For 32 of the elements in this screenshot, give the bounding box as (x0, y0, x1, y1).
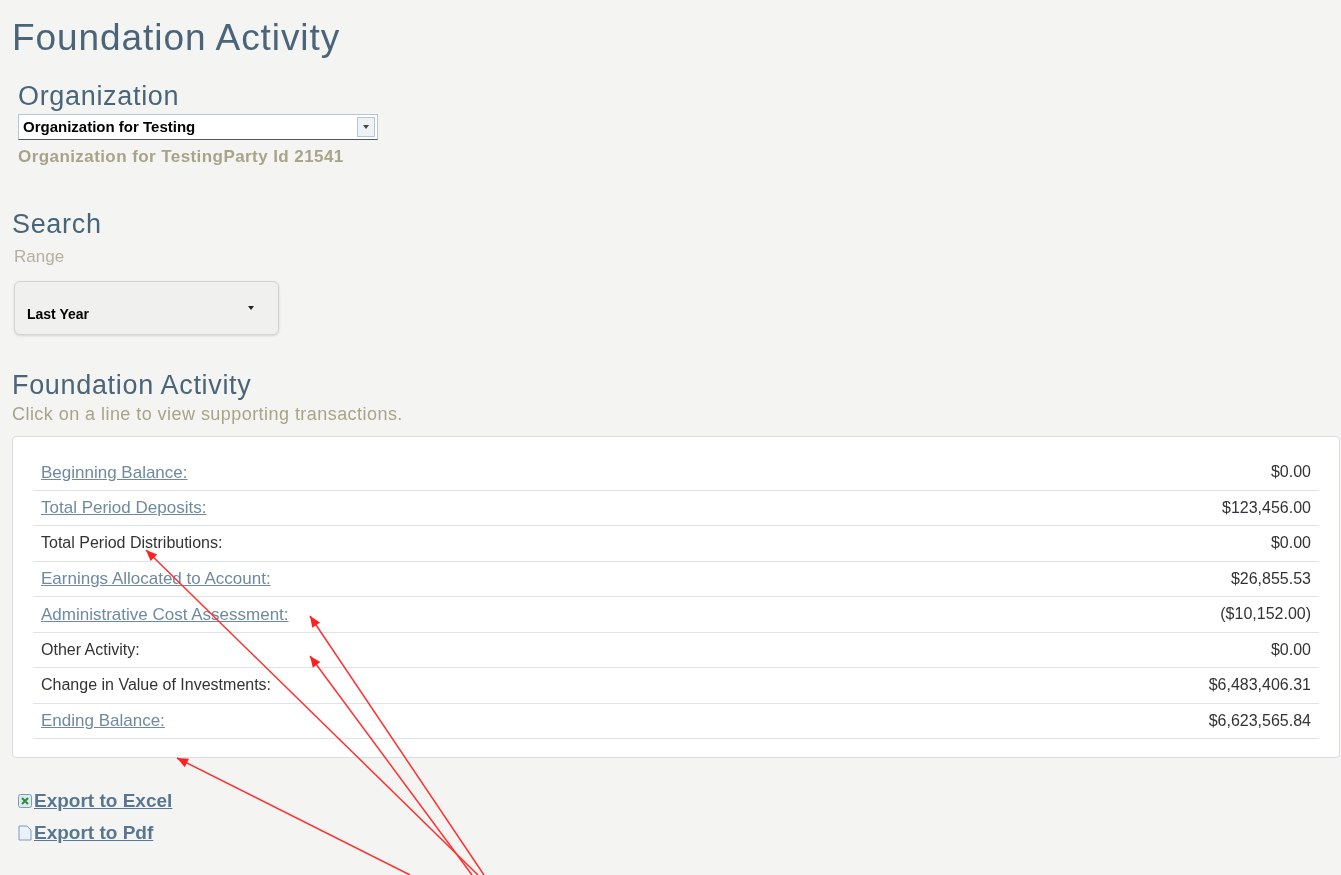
caret-icon (248, 306, 254, 310)
row-amount: $123,456.00 (1222, 497, 1311, 518)
section-heading: Search (12, 207, 103, 240)
page-title: Foundation Activity (12, 16, 342, 60)
row-label: Change in Value of Investments: (41, 675, 272, 696)
organization-select[interactable]: Organization for Testing (18, 114, 378, 140)
caret-icon (363, 125, 369, 129)
activity-row[interactable]: Beginning Balance: $0.00 (33, 455, 1319, 491)
range-label: Range (13, 245, 66, 268)
section-heading: Foundation Activity (12, 369, 253, 401)
row-amount: $0.00 (1270, 462, 1311, 483)
row-label: Other Activity: (41, 639, 140, 660)
export-link[interactable]: Export to Pdf (18, 820, 1329, 846)
row-amount: $6,483,406.31 (1208, 675, 1311, 696)
row-link[interactable]: Total Period Deposits: (41, 495, 207, 521)
row-label: Total Period Distributions: (41, 533, 223, 554)
row-amount: ($10,152.00) (1220, 604, 1311, 625)
spreadsheet-icon (18, 794, 32, 808)
document-icon (18, 825, 32, 841)
row-amount: $6,623,565.84 (1208, 710, 1311, 731)
activity-row[interactable]: Total Period Deposits: $123,456.00 (33, 490, 1319, 526)
row-amount: $26,855.53 (1230, 568, 1311, 589)
section-heading: Organization (18, 80, 181, 112)
range-dropdown[interactable]: Last Year (14, 281, 279, 335)
row-link[interactable]: Beginning Balance: (41, 459, 188, 485)
activity-row[interactable]: Ending Balance: $6,623,565.84 (33, 703, 1319, 739)
row-amount: $0.00 (1270, 533, 1311, 554)
table-hint: Click on a line to view supporting transactions. (12, 403, 404, 426)
row-link[interactable]: Ending Balance: (41, 708, 165, 734)
organization-caption: Organization for TestingParty Id 21541 (18, 146, 345, 168)
export-link[interactable]: Export to Excel (18, 788, 1329, 814)
row-amount: $0.00 (1270, 639, 1311, 660)
